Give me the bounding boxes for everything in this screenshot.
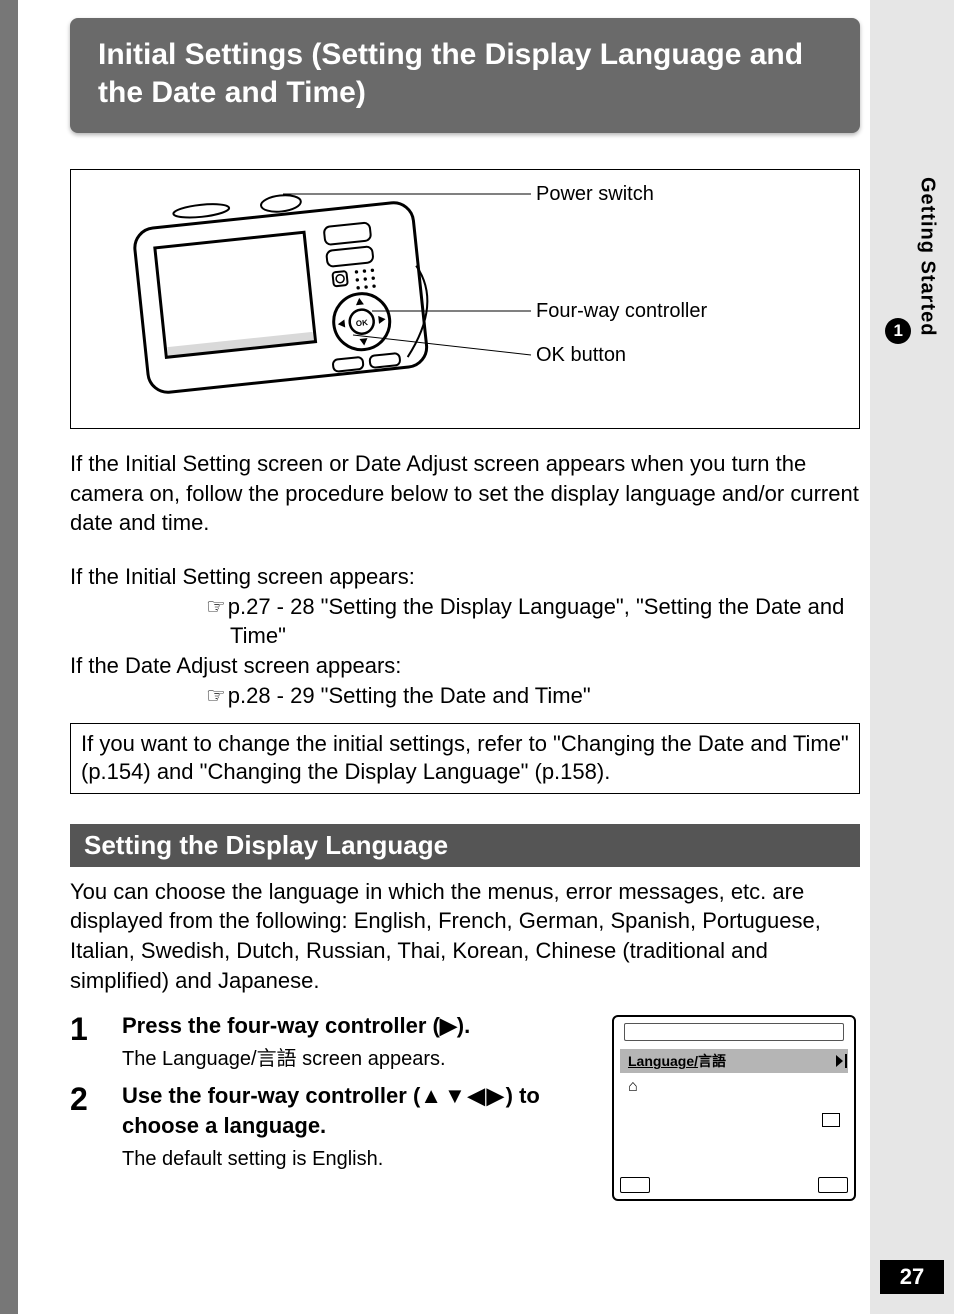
screen-small-box — [822, 1113, 840, 1127]
intro-paragraph: If the Initial Setting screen or Date Ad… — [70, 449, 860, 538]
diagram-label-ok-button: OK button — [536, 344, 626, 367]
step1-head-a: Press the four-way controller ( — [122, 1013, 440, 1038]
pointer-icon: ☞ — [206, 683, 226, 708]
page-title-banner: Initial Settings (Setting the Display La… — [70, 18, 860, 133]
ref1-heading: If the Initial Setting screen appears: — [70, 562, 860, 592]
diagram-label-power-switch: Power switch — [536, 183, 654, 206]
step1-sub-a: The Language/ — [122, 1048, 257, 1070]
camera-screen-mockup: Language/言語 ⌂ — [612, 1015, 856, 1201]
step1-sub-b: screen appears. — [297, 1048, 446, 1070]
camera-diagram: OK Power switch Four-w — [70, 169, 860, 429]
ref-block-1: If the Initial Setting screen appears: ☞… — [70, 562, 860, 651]
step1-head-b: ). — [457, 1013, 470, 1038]
diagram-lead-lines — [71, 170, 859, 428]
chapter-label: Getting Started — [916, 177, 939, 336]
screen-row-label-jp: 言語 — [698, 1053, 726, 1069]
step-1: 1 Press the four-way controller (▶). The… — [70, 1011, 590, 1073]
ref2-heading: If the Date Adjust screen appears: — [70, 651, 860, 681]
section-title: Setting the Display Language — [84, 830, 448, 860]
menu-button-icon — [620, 1177, 650, 1193]
page-number: 27 — [880, 1260, 944, 1294]
ref1-body: p.27 - 28 "Setting the Display Language"… — [228, 594, 845, 649]
step2-head-a: Use the four-way controller ( — [122, 1083, 420, 1108]
note-text: If you want to change the initial settin… — [81, 731, 849, 785]
right-triangle-icon: ▶ — [440, 1013, 457, 1038]
screen-row-label-en: Language/ — [628, 1053, 698, 1069]
step-number: 2 — [70, 1081, 122, 1172]
screen-titlebar-placeholder — [624, 1023, 844, 1041]
page-title: Initial Settings (Setting the Display La… — [98, 38, 803, 109]
section-heading-bar: Setting the Display Language — [70, 824, 860, 867]
chapter-number-badge: 1 — [885, 318, 911, 344]
step1-sub-jp: 言語 — [257, 1048, 297, 1070]
step-2: 2 Use the four-way controller (▲▼◀▶) to … — [70, 1081, 590, 1172]
right-arrow-icon — [836, 1054, 846, 1068]
menu-button-icon — [818, 1177, 848, 1193]
step-number: 1 — [70, 1011, 122, 1073]
screen-language-row: Language/言語 — [620, 1049, 848, 1073]
ref-block-2: If the Date Adjust screen appears: ☞p.28… — [70, 651, 860, 710]
diagram-label-four-way-controller: Four-way controller — [536, 300, 707, 323]
pointer-icon: ☞ — [206, 594, 226, 619]
section-body: You can choose the language in which the… — [70, 877, 860, 996]
step2-sub: The default setting is English. — [122, 1145, 590, 1173]
ref2-body: p.28 - 29 "Setting the Date and Time" — [228, 683, 591, 708]
home-icon: ⌂ — [628, 1079, 638, 1095]
direction-triangles-icon: ▲▼◀▶ — [420, 1083, 505, 1108]
side-tab: 1 Getting Started — [880, 165, 944, 344]
note-box: If you want to change the initial settin… — [70, 723, 860, 794]
